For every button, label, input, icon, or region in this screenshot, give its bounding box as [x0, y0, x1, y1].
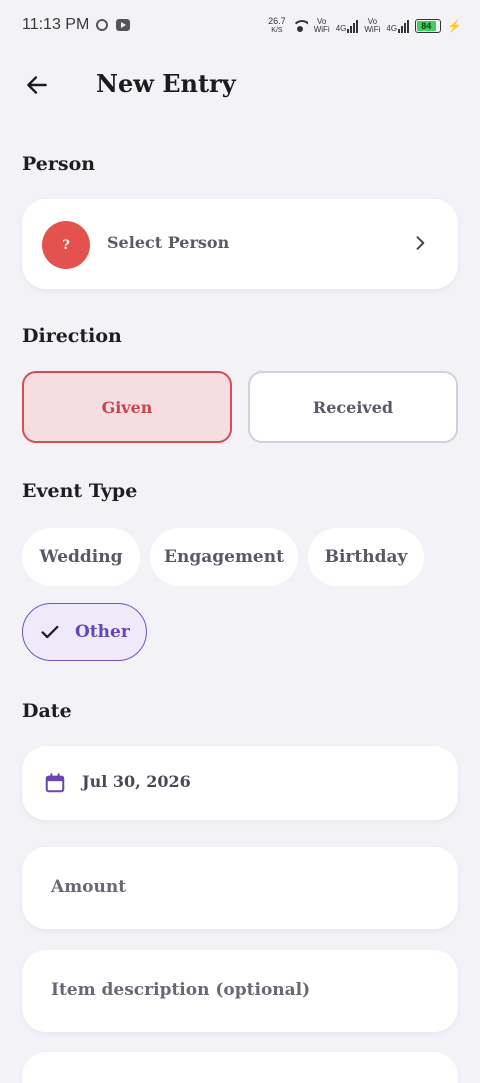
- direction-received-button[interactable]: Received: [248, 371, 458, 443]
- status-bar: 11:13 PM 26.7 K/S Vo WiFi 4G Vo WiFi 4G: [0, 0, 480, 52]
- event-chip-other-label: Other: [75, 622, 130, 642]
- next-form-field[interactable]: [22, 1052, 458, 1083]
- charging-bolt-icon: ⚡: [447, 19, 462, 33]
- vo-wifi-badge-2: Vo WiFi: [364, 18, 380, 34]
- avatar: ?: [42, 221, 90, 269]
- network-speed-unit: K/S: [271, 27, 283, 34]
- event-chip-birthday[interactable]: Birthday: [308, 528, 424, 586]
- vo-wifi-badge-1: Vo WiFi: [314, 18, 330, 34]
- event-chip-other[interactable]: Other: [22, 603, 147, 661]
- app-bar: New Entry: [0, 60, 480, 110]
- battery-icon: 84: [415, 19, 442, 33]
- calendar-icon: [45, 773, 65, 793]
- wifi-icon: [291, 20, 308, 32]
- item-description-field[interactable]: Item description (optional): [22, 950, 458, 1032]
- battery-level: 84: [417, 21, 436, 31]
- event-chip-engagement[interactable]: Engagement: [150, 528, 298, 586]
- signal-group-1: 4G: [336, 19, 359, 33]
- network-speed: 26.7 K/S: [268, 17, 286, 35]
- page-title: New Entry: [96, 69, 236, 98]
- network-speed-value: 26.7: [268, 16, 286, 26]
- signal-group-2: 4G: [386, 19, 410, 33]
- chevron-right-icon: [416, 236, 425, 250]
- check-icon: [41, 625, 59, 639]
- youtube-notification-icon: [116, 19, 130, 31]
- vo-wifi-1-bottom: WiFi: [313, 25, 330, 34]
- select-person-label: Select Person: [107, 233, 230, 252]
- date-section-label: Date: [22, 700, 72, 722]
- vo-wifi-2-bottom: WiFi: [364, 25, 381, 34]
- signal-bars-2-icon: [398, 19, 410, 33]
- date-value: Jul 30, 2026: [82, 772, 191, 791]
- direction-given-button[interactable]: Given: [22, 371, 232, 443]
- item-description-placeholder: Item description (optional): [51, 980, 311, 1000]
- amount-placeholder: Amount: [51, 877, 127, 897]
- network-type-1: 4G: [335, 24, 347, 33]
- event-chip-wedding[interactable]: Wedding: [22, 528, 140, 586]
- status-time: 11:13 PM: [22, 16, 90, 33]
- status-icons: 26.7 K/S Vo WiFi 4G Vo WiFi 4G 84 ⚡: [268, 14, 462, 38]
- back-button[interactable]: [22, 70, 52, 100]
- amount-field[interactable]: Amount: [22, 847, 458, 929]
- date-picker-field[interactable]: Jul 30, 2026: [22, 746, 458, 820]
- event-type-section-label: Event Type: [22, 480, 138, 502]
- direction-section-label: Direction: [22, 325, 122, 347]
- signal-bars-1-icon: [347, 19, 359, 33]
- person-section-label: Person: [22, 153, 96, 175]
- arrow-left-icon: [27, 76, 47, 94]
- select-person-card[interactable]: ? Select Person: [22, 199, 458, 289]
- network-type-2: 4G: [386, 24, 398, 33]
- notification-app-icon: [96, 19, 108, 31]
